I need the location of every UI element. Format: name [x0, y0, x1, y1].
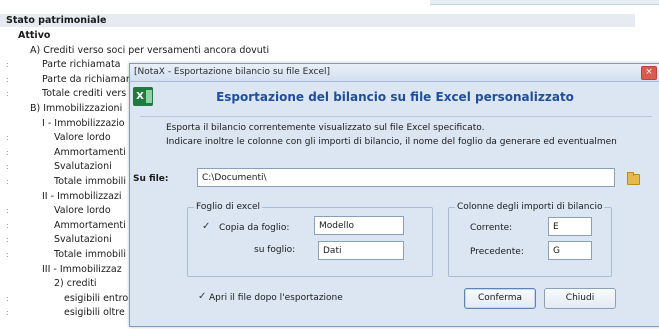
current-column-label: Corrente: [470, 223, 513, 233]
spreadsheet-row-label: Valore lordo [54, 132, 111, 144]
file-path-input[interactable] [197, 168, 615, 187]
previous-column-label: Precedente: [470, 247, 524, 257]
confirm-button[interactable]: Conferma [464, 288, 536, 309]
heading-divider [140, 116, 652, 117]
copy-sheet-checkbox[interactable]: ✓ [202, 222, 212, 232]
spreadsheet-row-label: Parte richiamata [42, 59, 121, 71]
spreadsheet-row-label: Svalutazioni [54, 161, 112, 173]
dialog-window-title: [NotaX - Esportazione bilancio su file E… [134, 67, 331, 77]
spreadsheet-row-label: III - Immobilizzaz [42, 263, 122, 275]
row-gutter-mark: : [6, 133, 9, 143]
columns-group-title: Colonne degli importi di bilancio [455, 202, 605, 212]
spreadsheet-row-label: Totale immobili [54, 249, 126, 260]
file-label: Su file: [133, 174, 169, 184]
row-gutter-mark [6, 278, 12, 290]
row-gutter-mark: : [6, 206, 9, 216]
spreadsheet-row-label: Ammortamenti [54, 146, 126, 158]
row-gutter-mark [6, 118, 12, 130]
row-gutter-mark: : [6, 177, 9, 186]
dialog-titlebar[interactable]: [NotaX - Esportazione bilancio su file E… [130, 64, 659, 82]
row-gutter-mark: : [6, 60, 9, 70]
section-header-row: Stato patrimoniale [0, 14, 635, 27]
copy-sheet-label: Copia da foglio: [219, 223, 290, 233]
row-gutter-mark [6, 45, 12, 57]
previous-column-input[interactable] [548, 241, 592, 260]
row-gutter-mark: : [6, 235, 9, 245]
row-gutter-mark: : [6, 308, 9, 318]
description-line-2: Indicare inoltre le colonne con gli impo… [166, 137, 617, 147]
row-gutter-mark: : [6, 74, 9, 84]
section-title: Stato patrimoniale [6, 15, 107, 26]
description-line-1: Esporta il bilancio correntemente visual… [166, 123, 485, 133]
target-sheet-label: su foglio: [254, 245, 296, 255]
spreadsheet-row-label: A) Crediti verso soci per versamenti anc… [30, 44, 270, 56]
spreadsheet-row-label: Svalutazioni [54, 234, 112, 246]
spreadsheet-row-label: B) Immobilizzazioni [30, 103, 123, 114]
current-column-input[interactable] [548, 217, 592, 236]
open-after-export-label: Apri il file dopo l'esportazione [209, 293, 343, 303]
spreadsheet-row-label: 2) crediti [54, 278, 97, 290]
target-sheet-input[interactable] [318, 241, 404, 260]
row-gutter-mark [6, 191, 12, 203]
row-gutter-mark: : [6, 250, 9, 259]
spreadsheet-row-label: I - Immobilizzazio [42, 117, 125, 129]
dialog-heading: Esportazione del bilancio su file Excel … [216, 90, 574, 104]
row-gutter-mark: : [6, 293, 9, 303]
copy-sheet-input[interactable] [314, 216, 404, 235]
sheet-group-title: Foglio di excel [194, 202, 263, 212]
row-gutter-mark: : [6, 147, 9, 157]
folder-browse-icon[interactable] [627, 172, 640, 185]
row-gutter-mark: : [6, 220, 9, 230]
spreadsheet-row-label: II - Immobilizzazi [42, 190, 122, 202]
column-header-strip [430, 0, 659, 5]
spreadsheet-row-label: Totale immobili [54, 176, 126, 187]
open-after-export-checkbox[interactable]: ✓ [198, 292, 208, 302]
spreadsheet-row-label: Attivo [18, 30, 51, 41]
close-icon[interactable]: × [641, 66, 657, 80]
row-gutter-mark [6, 264, 12, 276]
spreadsheet-row-label: Parte da richiamare [42, 73, 136, 85]
spreadsheet-row-label: Totale crediti vers [42, 88, 127, 100]
spreadsheet-row-label: esigibili entro [64, 292, 129, 304]
spreadsheet-row-label: Ammortamenti [54, 219, 126, 231]
spreadsheet-row-label: Valore lordo [54, 205, 111, 217]
row-gutter-mark: : [6, 162, 9, 172]
close-button[interactable]: Chiudi [544, 288, 616, 309]
row-gutter-mark: : [6, 89, 9, 99]
row-gutter-mark [6, 103, 12, 115]
export-dialog: [NotaX - Esportazione bilancio su file E… [129, 63, 659, 327]
spreadsheet-row-label: esigibili oltre [64, 307, 125, 319]
row-gutter-mark [6, 30, 12, 42]
